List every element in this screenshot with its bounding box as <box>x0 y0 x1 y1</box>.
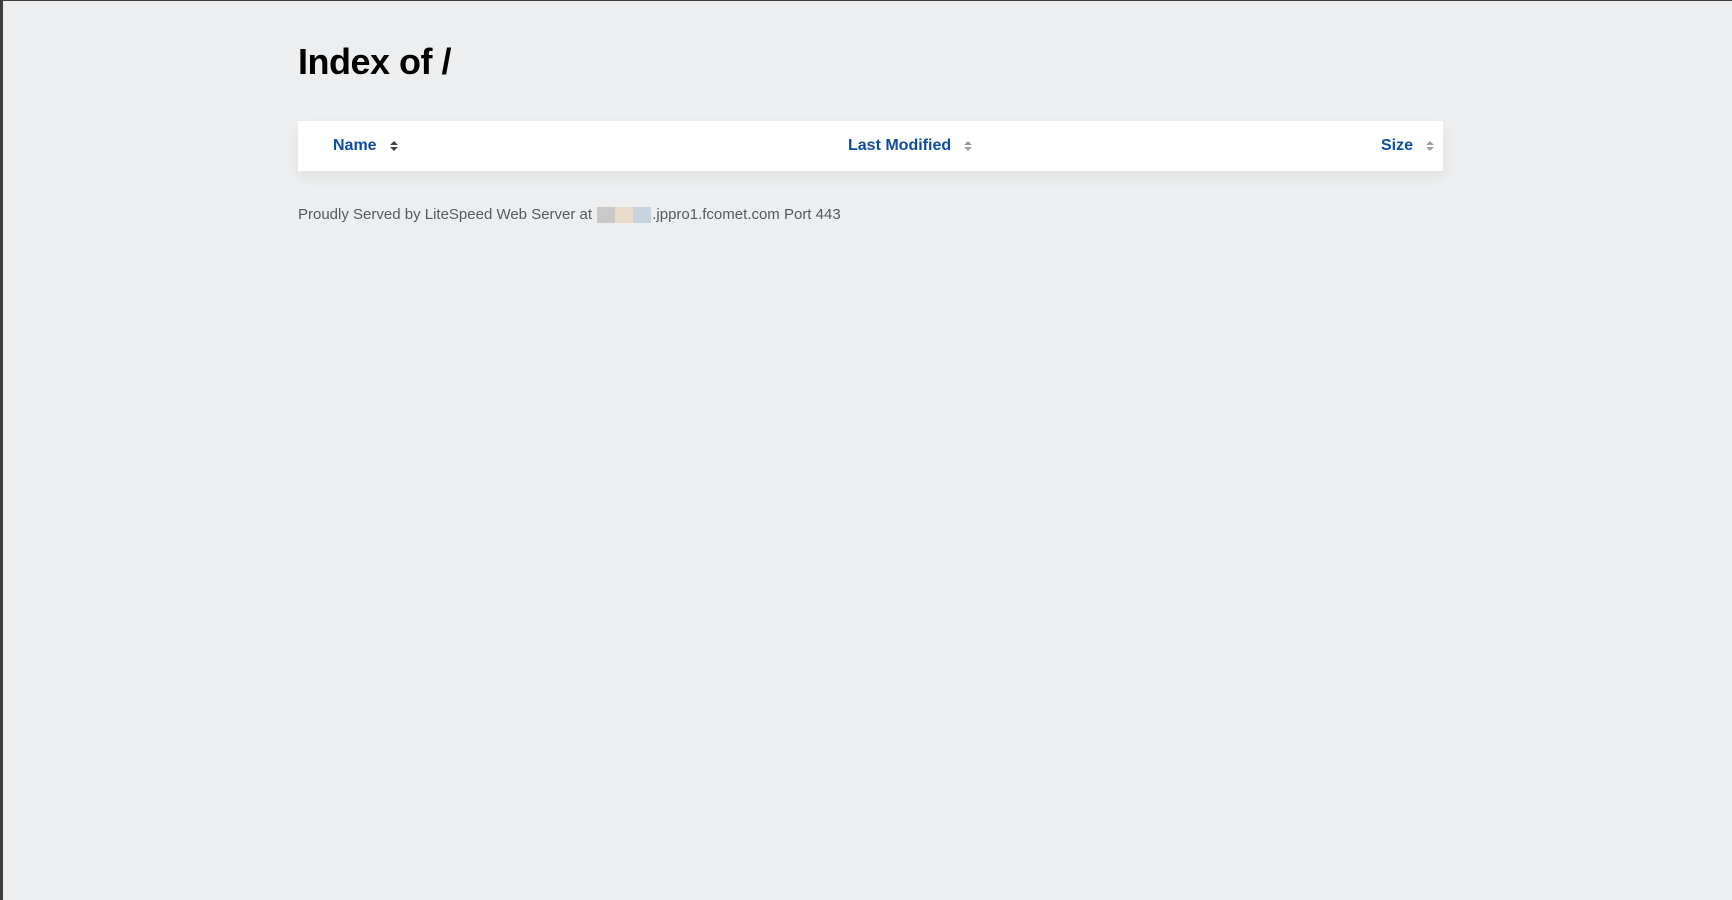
redacted-hostname <box>597 206 652 223</box>
column-header-last-modified-label[interactable]: Last Modified <box>848 137 951 155</box>
server-signature-prefix: Proudly Served by LiteSpeed Web Server a… <box>298 206 593 223</box>
column-header-name[interactable]: Name <box>333 121 399 171</box>
sort-icon[interactable] <box>963 139 973 153</box>
server-hostname: .jppro1.fcomet.com <box>652 206 780 223</box>
server-port: Port 443 <box>783 206 841 223</box>
browser-viewport: Index of / Name Last Modified Size Proud… <box>3 1 1732 900</box>
sort-icon[interactable] <box>389 139 399 153</box>
column-header-size-label[interactable]: Size <box>1381 137 1413 155</box>
directory-listing-table: Name Last Modified Size <box>298 121 1443 171</box>
sort-icon[interactable] <box>1425 139 1435 153</box>
column-header-name-label[interactable]: Name <box>333 137 377 155</box>
page-title: Index of / <box>298 41 452 82</box>
column-header-size[interactable]: Size <box>1381 121 1435 171</box>
column-header-last-modified[interactable]: Last Modified <box>848 121 973 171</box>
server-signature: Proudly Served by LiteSpeed Web Server a… <box>298 206 841 223</box>
